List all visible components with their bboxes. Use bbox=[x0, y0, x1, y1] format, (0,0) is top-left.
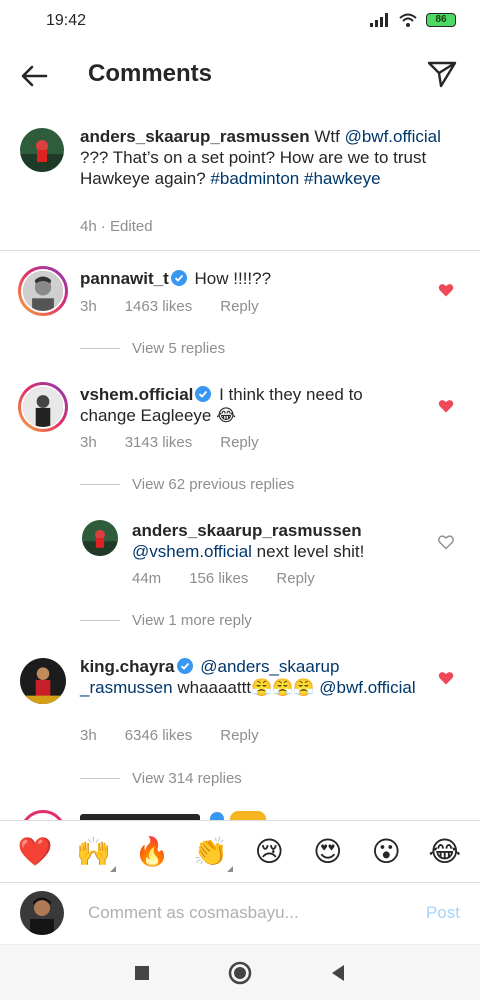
current-user-avatar bbox=[20, 891, 64, 935]
comment-username[interactable]: pannawit_t bbox=[80, 269, 169, 288]
reply-text: anders_skaarup_rasmussen @vshem.official … bbox=[132, 520, 422, 562]
emoji-heart-button[interactable]: ❤️ bbox=[15, 832, 55, 872]
skin-tone-corner bbox=[226, 865, 233, 872]
view-replies-label: View 5 replies bbox=[132, 340, 226, 357]
reply-line bbox=[80, 484, 120, 485]
verified-icon bbox=[195, 386, 212, 402]
mention-link[interactable]: @bwf.official bbox=[319, 678, 415, 697]
reply-button[interactable]: Reply bbox=[220, 727, 258, 744]
back-arrow-icon[interactable] bbox=[18, 60, 50, 92]
reply-meta: 44m 156 likes Reply bbox=[132, 570, 315, 587]
comment-time: 3h bbox=[80, 727, 97, 744]
comment-avatar[interactable] bbox=[18, 382, 68, 432]
emoji-heart-eyes-button[interactable]: 😍 bbox=[308, 832, 348, 872]
comment-avatar[interactable] bbox=[18, 266, 68, 316]
emoji-joy-button[interactable]: 😂 bbox=[425, 832, 465, 872]
hashtag-link[interactable]: #badminton bbox=[210, 169, 299, 188]
reply-likes[interactable]: 156 likes bbox=[189, 570, 248, 587]
view-replies-label: View 314 replies bbox=[132, 770, 242, 787]
comment-input[interactable]: Comment as cosmasbayu... bbox=[88, 903, 388, 923]
comment-time: 3h bbox=[80, 434, 97, 451]
view-replies-button[interactable]: View 62 previous replies bbox=[80, 476, 294, 493]
comment-likes[interactable]: 6346 likes bbox=[125, 727, 193, 744]
emoji-surprised-button[interactable]: 😮 bbox=[366, 832, 406, 872]
comment-meta: 3h 3143 likes Reply bbox=[80, 434, 259, 451]
verified-icon bbox=[176, 658, 193, 674]
caption-text-part: Wtf bbox=[309, 127, 345, 146]
comment-username[interactable]: vshem.official bbox=[80, 385, 193, 404]
battery-indicator: 86 bbox=[426, 13, 456, 27]
reply-button[interactable]: Reply bbox=[220, 434, 258, 451]
reply-line bbox=[80, 620, 120, 621]
reply-body: next level shit! bbox=[251, 542, 365, 561]
view-more-replies-button[interactable]: View 1 more reply bbox=[80, 612, 252, 629]
nav-circle-icon[interactable] bbox=[228, 961, 252, 985]
hashtag-link[interactable]: #hawkeye bbox=[304, 169, 381, 188]
caption-meta: 4h · Edited bbox=[80, 218, 153, 235]
caption-username[interactable]: anders_skaarup_rasmussen bbox=[80, 127, 310, 146]
comment-avatar[interactable] bbox=[20, 658, 66, 704]
comment-meta: 3h 1463 likes Reply bbox=[80, 298, 259, 315]
heart-outline-icon[interactable] bbox=[438, 534, 454, 550]
reply-avatar[interactable] bbox=[82, 520, 118, 556]
emoji-crying-button[interactable]: 😢 bbox=[249, 832, 289, 872]
emoji-clap-button[interactable]: 👏 bbox=[191, 832, 233, 872]
emoji-fire-button[interactable]: 🔥 bbox=[132, 832, 172, 872]
mention-link[interactable]: @bwf.official bbox=[345, 127, 441, 146]
reply-line bbox=[80, 348, 120, 349]
status-bar: 19:42 86 bbox=[0, 0, 480, 44]
wifi-icon bbox=[399, 13, 417, 27]
emoji-raised-hands-button[interactable]: 🙌 bbox=[74, 832, 116, 872]
nav-back-triangle-icon[interactable] bbox=[326, 961, 350, 985]
view-more-label: View 1 more reply bbox=[132, 612, 252, 629]
heart-filled-icon[interactable] bbox=[438, 282, 454, 298]
heart-filled-icon[interactable] bbox=[438, 670, 454, 686]
caption-text: anders_skaarup_rasmussen Wtf @bwf.offici… bbox=[80, 126, 460, 189]
header: Comments bbox=[0, 44, 480, 106]
reply-time: 44m bbox=[132, 570, 162, 587]
comment-body: How !!!!?? bbox=[189, 269, 272, 288]
comment-text: vshem.official I think they need to chan… bbox=[80, 384, 420, 426]
reply-line bbox=[80, 778, 120, 779]
comment-composer: Comment as cosmasbayu... Post bbox=[0, 882, 480, 944]
post-button[interactable]: Post bbox=[426, 903, 460, 923]
comment-meta: 3h 6346 likes Reply bbox=[80, 727, 259, 744]
view-replies-button[interactable]: View 5 replies bbox=[80, 340, 225, 357]
comment-username[interactable]: king.chayra bbox=[80, 657, 175, 676]
signal-icon bbox=[370, 13, 388, 27]
comment-body: whaaaattt😤😤😤 bbox=[172, 678, 320, 697]
partial-comment bbox=[20, 808, 460, 820]
emoji-glyph: 🙌 bbox=[76, 835, 112, 867]
status-icons: 86 bbox=[370, 13, 456, 27]
comment-text: pannawit_t How !!!!?? bbox=[80, 268, 420, 289]
page-title: Comments bbox=[88, 60, 213, 87]
reply-button[interactable]: Reply bbox=[220, 298, 258, 315]
caption-avatar[interactable] bbox=[20, 128, 64, 172]
skin-tone-corner bbox=[109, 865, 116, 872]
comment-likes[interactable]: 1463 likes bbox=[125, 298, 193, 315]
view-replies-button[interactable]: View 314 replies bbox=[80, 770, 242, 787]
comment-likes[interactable]: 3143 likes bbox=[125, 434, 193, 451]
comment-text: king.chayra @anders_skaarup _rasmussen w… bbox=[80, 656, 420, 698]
mention-link[interactable]: @vshem.official bbox=[132, 542, 252, 561]
status-time: 19:42 bbox=[46, 12, 87, 29]
nav-square-icon[interactable] bbox=[130, 961, 154, 985]
heart-filled-icon[interactable] bbox=[438, 398, 454, 414]
send-icon[interactable] bbox=[426, 58, 458, 90]
divider bbox=[0, 250, 480, 251]
view-replies-label: View 62 previous replies bbox=[132, 476, 295, 493]
emoji-glyph: 👏 bbox=[193, 835, 229, 867]
emoji-quick-bar: ❤️ 🙌 🔥 👏 😢 😍 😮 😂 bbox=[0, 820, 480, 882]
reply-username[interactable]: anders_skaarup_rasmussen bbox=[132, 521, 362, 540]
reply-button[interactable]: Reply bbox=[276, 570, 314, 587]
verified-icon bbox=[170, 270, 187, 286]
caption-meta-text: 4h · Edited bbox=[80, 218, 153, 235]
system-nav-bar bbox=[0, 944, 480, 1000]
comment-time: 3h bbox=[80, 298, 97, 315]
